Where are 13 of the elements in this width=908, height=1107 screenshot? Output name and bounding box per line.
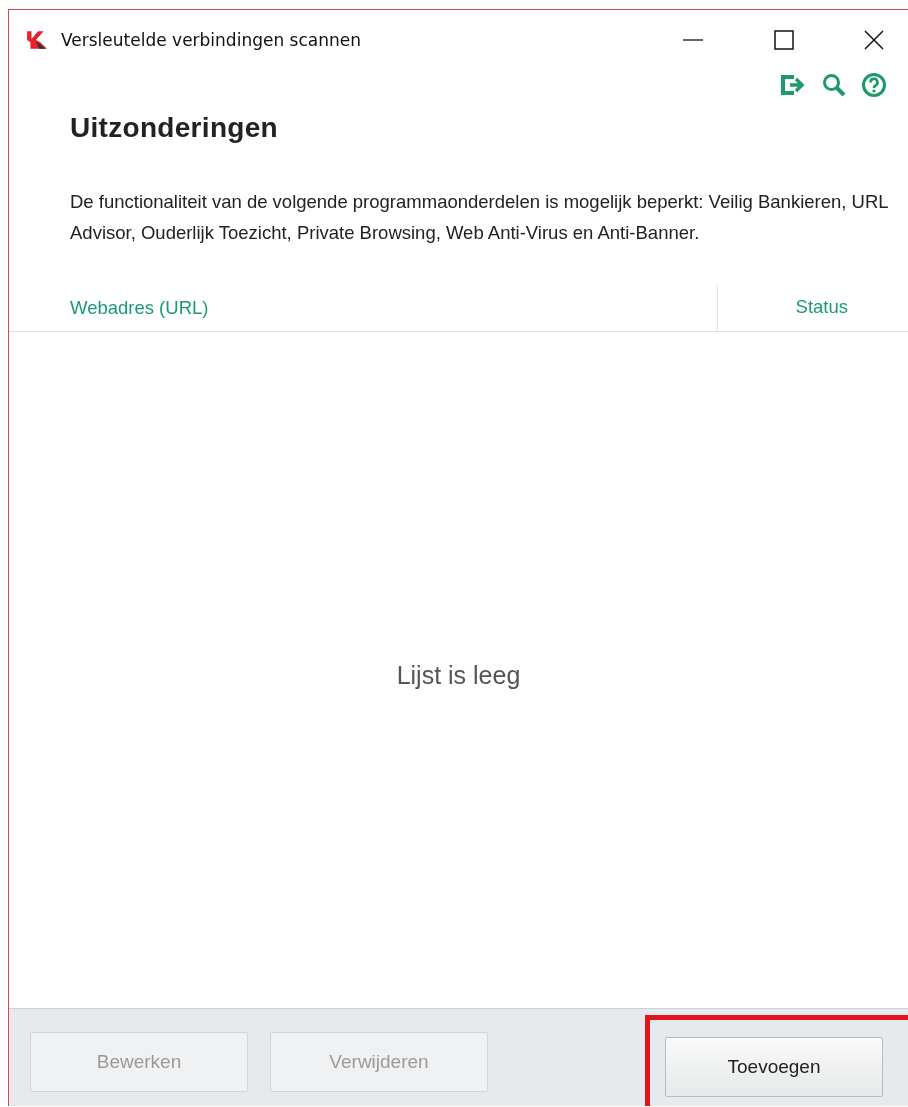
column-header[interactable]: Status: [717, 285, 908, 331]
help-icon[interactable]: [862, 73, 886, 97]
page-heading: Uitzonderingen: [70, 112, 279, 144]
exit-icon[interactable]: [780, 74, 806, 96]
description-text: De functionaliteit van de volgende programmaonderdelen is mogelijk beperkt: Veilig Bankieren, URL Advisor, Ouderlijk Toezicht, Private Browsing, Web Anti-Virus en Anti-Banner.: [70, 190, 888, 245]
window-title: Versleutelde verbindingen scannen: [61, 30, 361, 50]
app-logo-icon: [26, 30, 48, 50]
action-button[interactable]: Toevoegen: [665, 1037, 883, 1097]
column-header[interactable]: Webadres (URL): [70, 297, 209, 319]
close-icon[interactable]: [864, 30, 884, 50]
search-icon[interactable]: [822, 73, 846, 97]
empty-list-text: Lijst is leeg: [396, 660, 521, 690]
maximize-icon[interactable]: [774, 30, 794, 50]
